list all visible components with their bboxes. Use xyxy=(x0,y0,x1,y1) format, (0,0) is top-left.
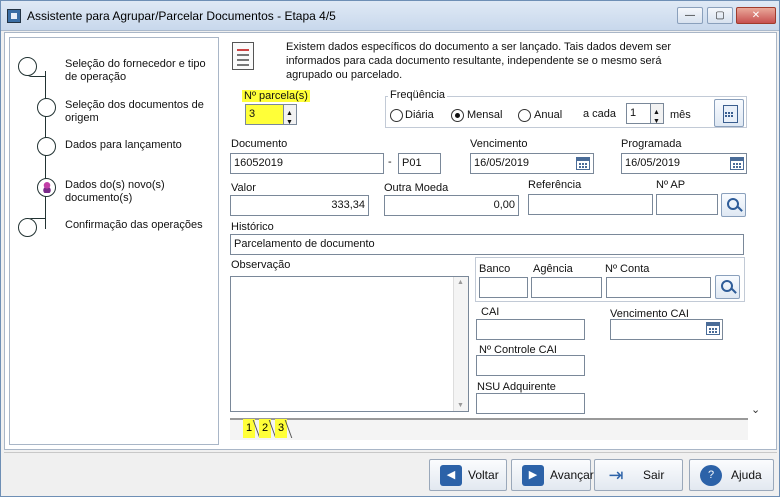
close-button[interactable]: ✕ xyxy=(736,7,776,24)
programada-input[interactable]: 16/05/2019 xyxy=(621,153,747,174)
arrow-left-icon: ◀ xyxy=(440,465,462,486)
conta-input[interactable] xyxy=(606,277,711,298)
exit-door-icon: ⇥ xyxy=(608,465,624,485)
scroll-down-chevron-icon[interactable]: ⌄ xyxy=(751,403,760,416)
unit-label: mês xyxy=(670,109,691,121)
frequencia-legend: Freqüência xyxy=(388,89,448,101)
historico-label: Histórico xyxy=(231,221,274,233)
maximize-button[interactable]: ▢ xyxy=(707,7,733,24)
valor-input[interactable]: 333,34 xyxy=(230,195,369,216)
ajuda-label: Ajuda xyxy=(731,468,762,482)
step-1-marker xyxy=(18,57,37,76)
vencimento-label: Vencimento xyxy=(470,138,528,150)
a-cada-input[interactable]: 1 xyxy=(626,103,664,124)
vencimento-calendar-icon[interactable] xyxy=(576,157,590,170)
agencia-label: Agência xyxy=(533,263,573,275)
step-5-label: Confirmação das operações xyxy=(65,219,203,231)
nsu-input[interactable] xyxy=(476,393,585,414)
radio-mensal[interactable] xyxy=(451,109,464,122)
voltar-label: Voltar xyxy=(468,468,499,482)
observacao-scrollbar[interactable] xyxy=(453,277,468,411)
radio-anual-label[interactable]: Anual xyxy=(534,109,562,121)
documento-separator: - xyxy=(388,156,392,168)
calculator-button[interactable] xyxy=(714,99,744,127)
programada-value: 16/05/2019 xyxy=(625,157,681,169)
step-2-marker xyxy=(37,98,56,117)
outra-moeda-label: Outra Moeda xyxy=(384,182,449,194)
sair-button[interactable]: ⇥ Sair xyxy=(594,459,683,491)
a-cada-value: 1 xyxy=(630,107,637,119)
parcelas-value: 3 xyxy=(249,108,256,120)
minimize-button[interactable]: — xyxy=(677,7,703,24)
valor-label: Valor xyxy=(231,182,256,194)
parcelas-spinner[interactable] xyxy=(283,105,296,124)
conta-label: Nº Conta xyxy=(605,263,650,275)
observacao-textarea[interactable] xyxy=(230,276,469,412)
cai-label: CAI xyxy=(481,306,500,318)
step-5-marker xyxy=(18,218,37,237)
documento-suffix-input[interactable]: P01 xyxy=(398,153,441,174)
cai-input[interactable] xyxy=(476,319,585,340)
banco-label: Banco xyxy=(479,263,511,275)
referencia-input[interactable] xyxy=(528,194,653,215)
parcel-tabs: 1 2 3 xyxy=(230,418,748,440)
a-cada-spinner[interactable] xyxy=(650,104,663,123)
vencimento-cai-calendar-icon[interactable] xyxy=(706,322,720,335)
controle-cai-input[interactable] xyxy=(476,355,585,376)
avancar-button[interactable]: ▶ Avançar xyxy=(511,459,594,491)
conta-search-button[interactable] xyxy=(715,275,740,299)
title-bar[interactable]: Assistente para Agrupar/Parcelar Documen… xyxy=(1,1,779,31)
referencia-label: Referência xyxy=(528,179,582,191)
step-4-current-marker xyxy=(37,178,56,197)
a-cada-label: a cada xyxy=(583,108,617,120)
nap-label: Nº AP xyxy=(656,179,686,191)
step-2-label: Seleção dos documentos de origem xyxy=(65,99,204,124)
nsu-label: NSU Adquirente xyxy=(477,381,556,393)
info-text: Existem dados específicos do documento a… xyxy=(286,41,672,81)
step-3-label: Dados para lançamento xyxy=(65,139,182,151)
nap-input[interactable] xyxy=(656,194,718,215)
parcelas-label: Nº parcela(s) xyxy=(242,90,310,102)
step-3-marker xyxy=(37,137,56,156)
documento-input[interactable]: 16052019 xyxy=(230,153,384,174)
agencia-input[interactable] xyxy=(531,277,602,298)
help-question-icon: ? xyxy=(700,465,722,486)
programada-calendar-icon[interactable] xyxy=(730,157,744,170)
footer-bar: ◀ Voltar ▶ Avançar ⇥ Sair ? Ajuda xyxy=(4,452,777,495)
step-1-label: Seleção do fornecedor e tipo de operação xyxy=(65,58,206,83)
arrow-right-icon: ▶ xyxy=(522,465,544,486)
observacao-label: Observação xyxy=(231,259,291,271)
radio-anual[interactable] xyxy=(518,109,531,122)
nap-search-button[interactable] xyxy=(721,193,746,217)
wizard-window: Assistente para Agrupar/Parcelar Documen… xyxy=(0,0,780,497)
app-icon xyxy=(7,9,21,23)
sair-label: Sair xyxy=(643,468,665,482)
radio-mensal-label[interactable]: Mensal xyxy=(467,109,502,121)
programada-label: Programada xyxy=(621,138,682,150)
voltar-button[interactable]: ◀ Voltar xyxy=(429,459,507,491)
historico-input[interactable]: Parcelamento de documento xyxy=(230,234,744,255)
avancar-label: Avançar xyxy=(550,468,594,482)
radio-diaria[interactable] xyxy=(390,109,403,122)
ajuda-button[interactable]: ? Ajuda xyxy=(689,459,774,491)
vencimento-value: 16/05/2019 xyxy=(474,157,530,169)
step-4-label: Dados do(s) novo(s) documento(s) xyxy=(65,179,165,204)
outra-moeda-input[interactable]: 0,00 xyxy=(384,195,519,216)
document-info-icon xyxy=(232,42,254,70)
window-title: Assistente para Agrupar/Parcelar Documen… xyxy=(27,9,336,23)
parcelas-input[interactable]: 3 xyxy=(245,104,297,125)
radio-diaria-label[interactable]: Diária xyxy=(405,109,434,121)
banco-input[interactable] xyxy=(479,277,528,298)
steps-panel: Seleção do fornecedor e tipo de operação… xyxy=(9,37,219,445)
documento-label: Documento xyxy=(231,138,288,150)
